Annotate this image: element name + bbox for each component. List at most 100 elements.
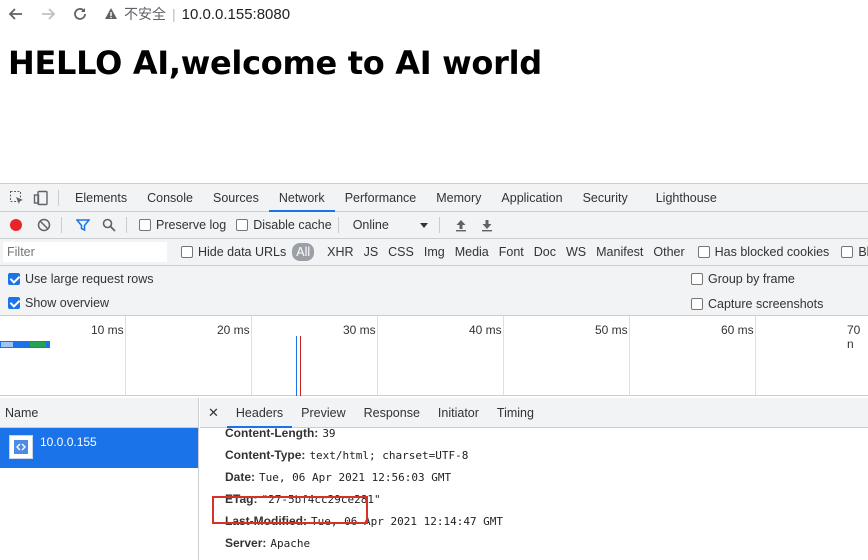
type-filter-ws[interactable]: WS [561,245,591,259]
tab-performance[interactable]: Performance [335,184,427,212]
tab-initiator[interactable]: Initiator [429,398,488,428]
tab-timing[interactable]: Timing [488,398,543,428]
type-filter-img[interactable]: Img [419,245,450,259]
filter-icon [76,219,90,232]
header-value: Apache [270,537,311,550]
tab-lighthouse[interactable]: Lighthouse [646,184,727,212]
tick-label: 10 ms [91,323,124,337]
forward-button[interactable] [38,4,58,24]
group-by-frame-label: Group by frame [708,271,795,286]
record-button[interactable] [5,214,27,236]
export-har-button[interactable] [476,214,498,236]
disable-cache-checkbox[interactable]: Disable cache [236,218,332,232]
header-row: Content-Type: text/html; charset=UTF-8 [225,444,868,466]
checkbox-box [691,272,703,285]
reload-icon [74,8,86,20]
tick-label: 20 ms [217,323,250,337]
capture-screenshots-checkbox[interactable]: Capture screenshots [691,297,823,311]
header-row: Content-Length: 39 [225,422,868,444]
type-filter-manifest[interactable]: Manifest [591,245,648,259]
devtools-panel: Elements Console Sources Network Perform… [0,183,868,560]
import-har-button[interactable] [450,214,472,236]
device-toolbar-button[interactable] [30,187,52,209]
request-row[interactable]: 10.0.0.155 [0,428,198,468]
document-icon [9,435,33,459]
arrow-left-icon [8,8,22,20]
tab-application[interactable]: Application [491,184,572,212]
large-rows-checkbox[interactable]: Use large request rows [8,272,154,286]
tab-memory[interactable]: Memory [426,184,491,212]
filter-input[interactable] [3,242,167,262]
request-area: Name 10.0.0.155 ✕ Headers Preview Respon… [0,398,868,560]
checkbox-box [139,219,151,231]
timeline-request-bar-wait [1,342,13,347]
type-filter-xhr[interactable]: XHR [322,245,358,259]
type-filter-font[interactable]: Font [494,245,529,259]
type-filter-js[interactable]: JS [359,245,384,259]
type-filter-css[interactable]: CSS [383,245,419,259]
request-details: ✕ Headers Preview Response Initiator Tim… [200,398,868,560]
tab-network[interactable]: Network [268,184,335,212]
address-bar: 不安全 | 10.0.0.155:8080 [0,0,868,28]
dom-content-loaded-marker [296,336,297,396]
type-filter-doc[interactable]: Doc [529,245,561,259]
filter-toggle-button[interactable] [72,214,94,236]
divider [337,217,339,233]
server-header-highlight-box [212,496,368,524]
tab-security[interactable]: Security [573,184,638,212]
close-icon[interactable]: ✕ [208,405,219,421]
name-column-header[interactable]: Name [0,398,198,428]
request-list: Name 10.0.0.155 [0,398,199,560]
options-row-2: Show overview Capture screenshots [0,291,868,316]
has-blocked-cookies-checkbox[interactable]: Has blocked cookies [697,245,830,259]
header-value: 39 [322,427,336,440]
large-rows-label: Use large request rows [25,271,154,286]
checkbox-box [181,246,193,258]
show-overview-checkbox[interactable]: Show overview [8,296,109,310]
type-filter-other[interactable]: Other [648,245,689,259]
header-row: Server: Apache [225,532,868,554]
checkbox-box-checked [8,297,20,309]
network-toolbar: Preserve log Disable cache Online [0,212,868,239]
reload-button[interactable] [70,4,90,24]
type-filter-media[interactable]: Media [450,245,494,259]
has-blocked-cookies-label: Has blocked cookies [714,245,830,259]
blocked-requests-label: Blocked I [858,245,868,259]
options-row-1: Use large request rows Group by frame [0,266,868,291]
group-by-frame-checkbox[interactable]: Group by frame [691,272,795,286]
not-secure-label: 不安全 [124,6,166,22]
tick-label: 60 ms [721,323,754,337]
grid-line [503,316,504,395]
back-button[interactable] [6,4,26,24]
checkbox-box [841,246,854,258]
record-icon [10,219,22,231]
cursor-select-icon [10,190,23,204]
type-filter-all[interactable]: All [292,243,315,261]
clear-button[interactable] [33,214,55,236]
download-icon [481,220,492,232]
hide-data-urls-label: Hide data URLs [198,245,287,259]
warning-icon [105,8,117,19]
tab-console[interactable]: Console [137,184,203,212]
tab-response[interactable]: Response [355,398,429,428]
blocked-requests-checkbox[interactable]: Blocked I [841,245,868,259]
checkbox-box-checked [8,272,20,285]
hide-data-urls-checkbox[interactable]: Hide data URLs [181,245,286,259]
tab-elements[interactable]: Elements [65,184,137,212]
devtools-tabbar: Elements Console Sources Network Perform… [0,184,868,212]
header-key: Date: [225,470,256,484]
url-text[interactable]: 10.0.0.155:8080 [182,6,290,23]
divider [126,217,127,233]
search-button[interactable] [98,214,120,236]
site-info[interactable]: 不安全 [104,4,166,24]
network-overview-timeline[interactable]: 10 ms 20 ms 30 ms 40 ms 50 ms 60 ms 70 n [0,316,868,396]
tab-sources[interactable]: Sources [203,184,269,212]
dropdown-arrow-icon [419,223,428,228]
show-overview-label: Show overview [25,296,110,310]
throttling-select[interactable]: Online [353,218,429,232]
header-value: Tue, 06 Apr 2021 12:56:03 GMT [259,471,452,484]
preserve-log-checkbox[interactable]: Preserve log [139,218,226,232]
page-heading: HELLO AI,welcome to AI world [8,44,542,82]
inspect-element-button[interactable] [6,187,28,209]
grid-line [125,316,126,395]
